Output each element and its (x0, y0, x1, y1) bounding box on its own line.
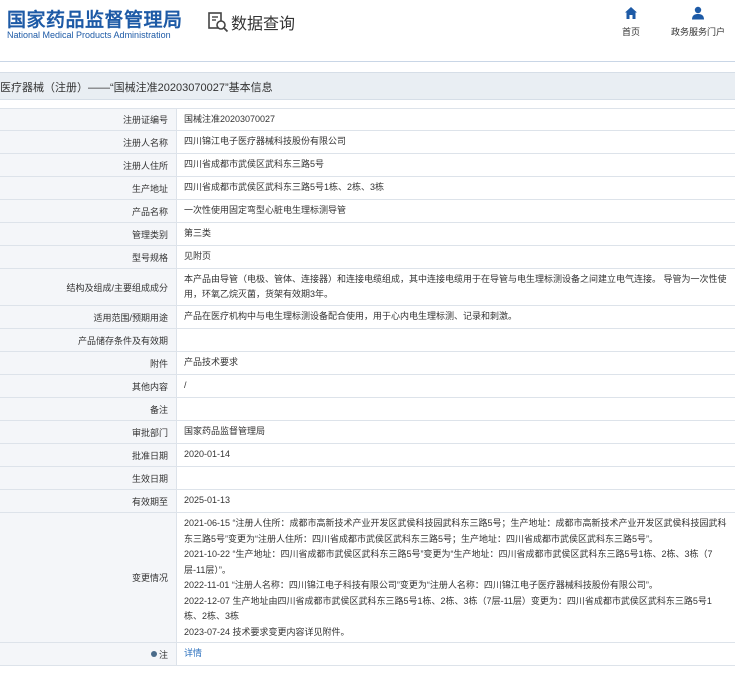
table-row: 批准日期 2020-01-14 (0, 444, 735, 467)
user-icon (692, 6, 704, 20)
row-label: 产品储存条件及有效期 (0, 329, 177, 351)
table-row: 产品名称 一次性使用固定弯型心脏电生理标测导管 (0, 200, 735, 223)
row-value: 四川省成都市武侯区武科东三路5号1栋、2栋、3栋 (184, 182, 385, 193)
table-row: 注册人住所 四川省成都市武侯区武科东三路5号 (0, 154, 735, 177)
row-value: 本产品由导管（电极、管体、连接器）和连接电缆组成，其中连接电缆用于在导管与电生理… (184, 273, 727, 300)
change-entry: 2022-11-01 “注册人名称：四川锦江电子科技有限公司”变更为“注册人名称… (184, 580, 658, 590)
nav-home-label: 首页 (621, 27, 640, 37)
table-row: 其他内容 / (0, 375, 735, 398)
page-title: 医疗器械（注册）——“国械注准20203070027”基本信息 (0, 82, 273, 94)
row-value: / (184, 380, 187, 391)
row-value: 2020-01-14 (184, 449, 231, 460)
table-row: 备注 (0, 398, 735, 421)
nav-service-portal[interactable]: 政务服务门户 (668, 6, 728, 38)
data-query-link[interactable]: 数据查询 (207, 10, 295, 34)
row-label: 管理类别 (0, 223, 177, 245)
row-value: 四川锦江电子医疗器械科技股份有限公司 (184, 136, 347, 147)
change-entry: 2022-12-07 生产地址由四川省成都市武侯区武科东三路5号1栋、2栋、3栋… (184, 595, 712, 622)
row-value: 产品在医疗机构中与电生理标测设备配合使用，用于心内电生理标测、记录和刺激。 (184, 311, 518, 322)
row-label: 附件 (0, 352, 177, 374)
table-row: 适用范围/预期用途 产品在医疗机构中与电生理标测设备配合使用，用于心内电生理标测… (0, 306, 735, 329)
document-search-icon (208, 12, 229, 33)
table-row: 注册证编号 国械注准20203070027 (0, 108, 735, 131)
row-label: 其他内容 (0, 375, 177, 397)
row-value: 国家药品监督管理局 (184, 426, 266, 437)
table-row-changes: 变更情况 2021-06-15 “注册人住所：成都市高新技术产业开发区武侯科技园… (0, 513, 735, 643)
bullet-icon (150, 651, 157, 657)
table-row: 生产地址 四川省成都市武侯区武科东三路5号1栋、2栋、3栋 (0, 177, 735, 200)
row-label: 审批部门 (0, 421, 177, 443)
row-value: 第三类 (184, 228, 212, 239)
row-label: 变更情况 (0, 513, 177, 642)
table-row: 注册人名称 四川锦江电子医疗器械科技股份有限公司 (0, 131, 735, 154)
table-row: 生效日期 (0, 467, 735, 490)
site-header: 国家药品监督管理局 National Medical Products Admi… (0, 0, 735, 62)
table-row: 结构及组成/主要组成成分 本产品由导管（电极、管体、连接器）和连接电缆组成，其中… (0, 269, 735, 306)
row-label: 生效日期 (0, 467, 177, 489)
row-value: 产品技术要求 (184, 357, 239, 368)
row-label: 备注 (0, 398, 177, 420)
change-entry: 2021-06-15 “注册人住所：成都市高新技术产业开发区武侯科技园武科东三路… (184, 518, 727, 544)
home-icon (625, 7, 637, 19)
row-label-note: 注 (0, 643, 177, 665)
table-row: 审批部门 国家药品监督管理局 (0, 421, 735, 444)
table-row: 产品储存条件及有效期 (0, 329, 735, 352)
row-label: 生产地址 (0, 177, 177, 199)
row-label: 有效期至 (0, 490, 177, 512)
table-row: 有效期至 2025-01-13 (0, 490, 735, 513)
row-label: 注册人住所 (0, 154, 177, 176)
row-value: 一次性使用固定弯型心脏电生理标测导管 (184, 205, 347, 216)
row-value: 国械注准20203070027 (184, 113, 276, 124)
row-value (177, 467, 735, 489)
row-label: 批准日期 (0, 444, 177, 466)
row-label: 适用范围/预期用途 (0, 306, 177, 328)
row-label: 型号规格 (0, 246, 177, 268)
row-label: 产品名称 (0, 200, 177, 222)
row-value: 详情 (177, 643, 735, 665)
row-value (177, 329, 735, 351)
row-label: 结构及组成/主要组成成分 (0, 269, 177, 305)
nav-portal-label: 政务服务门户 (670, 27, 725, 37)
row-label: 注册证编号 (0, 109, 177, 130)
row-value: 四川省成都市武侯区武科东三路5号 (184, 159, 325, 170)
table-row: 型号规格 见附页 (0, 246, 735, 269)
change-entry: 2023-07-24 技术要求变更内容详见附件。 (184, 626, 350, 637)
note-label: 注 (158, 649, 168, 660)
nav-home[interactable]: 首页 (618, 6, 644, 38)
table-row-note: 注 详情 (0, 643, 735, 666)
table-row: 管理类别 第三类 (0, 223, 735, 246)
details-link[interactable]: 详情 (184, 646, 202, 662)
site-logo-title[interactable]: 国家药品监督管理局 (7, 5, 183, 32)
row-value: 2025-01-13 (184, 495, 231, 506)
page-title-bar: 医疗器械（注册）——“国械注准20203070027”基本信息 (0, 72, 735, 100)
row-label: 注册人名称 (0, 131, 177, 153)
row-value (177, 398, 735, 420)
site-logo-subtitle: National Medical Products Administration (7, 30, 171, 40)
registration-info-table: 注册证编号 国械注准20203070027 注册人名称 四川锦江电子医疗器械科技… (0, 108, 735, 666)
change-history: 2021-06-15 “注册人住所：成都市高新技术产业开发区武侯科技园武科东三路… (177, 513, 735, 642)
row-value: 见附页 (184, 251, 212, 262)
table-row: 附件 产品技术要求 (0, 352, 735, 375)
change-entry: 2021-10-22 “生产地址：四川省成都市武侯区武科东三路5号”变更为“生产… (184, 549, 713, 575)
data-query-label: 数据查询 (231, 16, 296, 33)
